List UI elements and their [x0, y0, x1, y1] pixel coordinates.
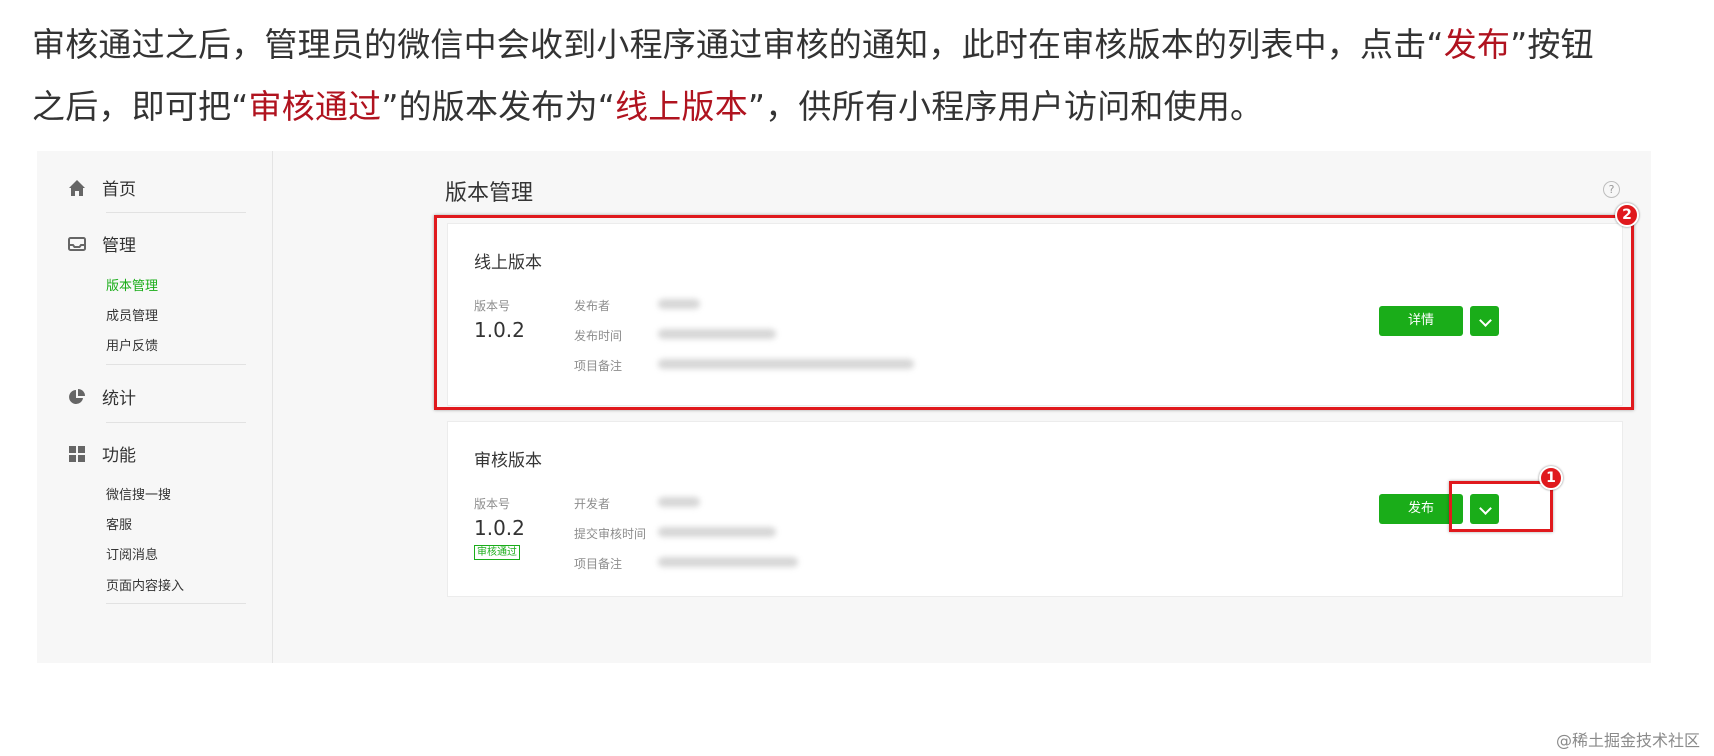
sidebar-item-customer-service[interactable]: 客服: [106, 514, 132, 533]
divider: [106, 422, 246, 423]
step-marker-1: 1: [1539, 466, 1563, 490]
sidebar-item-home[interactable]: 首页: [67, 175, 136, 200]
sidebar-item-version-manage[interactable]: 版本管理: [106, 275, 158, 294]
blurred-value: [658, 527, 776, 537]
page-title: 版本管理: [445, 181, 534, 206]
step-marker-2: 2: [1615, 203, 1639, 227]
watermark: @稀土掘金技术社区: [1555, 731, 1700, 750]
intro-text: ”，供所有小程序用户访问和使用。: [747, 87, 1264, 126]
intro-highlight-online: 线上版本: [615, 87, 748, 126]
help-icon[interactable]: ?: [1603, 181, 1620, 198]
version-label: 版本号: [474, 497, 511, 511]
sidebar-item-label: 功能: [102, 446, 136, 466]
sidebar-item-stats[interactable]: 统计: [67, 384, 136, 409]
screenshot-panel: 首页 管理 版本管理 成员管理 用户反馈 统计 功能 微信搜一搜 客服 订阅消息…: [37, 151, 1651, 663]
sidebar-item-label: 统计: [102, 389, 136, 409]
divider: [106, 212, 246, 213]
sidebar-item-user-feedback[interactable]: 用户反馈: [106, 335, 158, 354]
highlight-box-publish: [1449, 481, 1553, 532]
review-version-card: 审核版本 版本号 1.0.2 审核通过 开发者 提交审核时间 项目备注 发布: [447, 421, 1623, 597]
divider: [106, 603, 246, 604]
intro-highlight-publish: 发布: [1443, 25, 1511, 64]
version-number: 1.0.2: [474, 516, 525, 540]
intro-text: ”的版本发布为“: [381, 87, 616, 126]
highlight-box-online: [434, 215, 1634, 410]
intro-line-1: 审核通过之后，管理员的微信中会收到小程序通过审核的通知，此时在审核版本的列表中，…: [32, 14, 1692, 76]
intro-text: 审核通过之后，管理员的微信中会收到小程序通过审核的通知，此时在审核版本的列表中，…: [32, 25, 1444, 64]
intro-text: ”按钮: [1510, 25, 1594, 64]
home-icon: [67, 178, 87, 198]
divider: [106, 364, 246, 365]
sidebar-item-label: 首页: [102, 180, 136, 200]
sidebar-item-wechat-search[interactable]: 微信搜一搜: [106, 484, 171, 503]
sidebar-item-page-content[interactable]: 页面内容接入: [106, 575, 184, 594]
status-badge: 审核通过: [474, 545, 520, 560]
developer-label: 开发者: [574, 497, 611, 511]
card-title: 审核版本: [474, 451, 542, 471]
grid-icon: [67, 444, 87, 464]
pie-chart-icon: [67, 387, 87, 407]
sidebar-item-manage[interactable]: 管理: [67, 231, 136, 256]
blurred-value: [658, 557, 798, 567]
sidebar-item-member-manage[interactable]: 成员管理: [106, 305, 158, 324]
intro-text: 之后，即可把“: [32, 87, 249, 126]
inbox-icon: [67, 234, 87, 254]
intro-paragraph: 审核通过之后，管理员的微信中会收到小程序通过审核的通知，此时在审核版本的列表中，…: [32, 14, 1692, 138]
intro-line-2: 之后，即可把“审核通过”的版本发布为“线上版本”，供所有小程序用户访问和使用。: [32, 76, 1692, 138]
project-note-label: 项目备注: [574, 557, 623, 571]
sidebar-item-subscribe-message[interactable]: 订阅消息: [106, 544, 158, 563]
sidebar: 首页 管理 版本管理 成员管理 用户反馈 统计 功能 微信搜一搜 客服 订阅消息…: [37, 151, 273, 663]
blurred-value: [658, 497, 700, 507]
submit-time-label: 提交审核时间: [574, 527, 647, 541]
intro-highlight-approved: 审核通过: [248, 87, 382, 126]
sidebar-item-features[interactable]: 功能: [67, 441, 136, 466]
sidebar-item-label: 管理: [102, 236, 136, 256]
